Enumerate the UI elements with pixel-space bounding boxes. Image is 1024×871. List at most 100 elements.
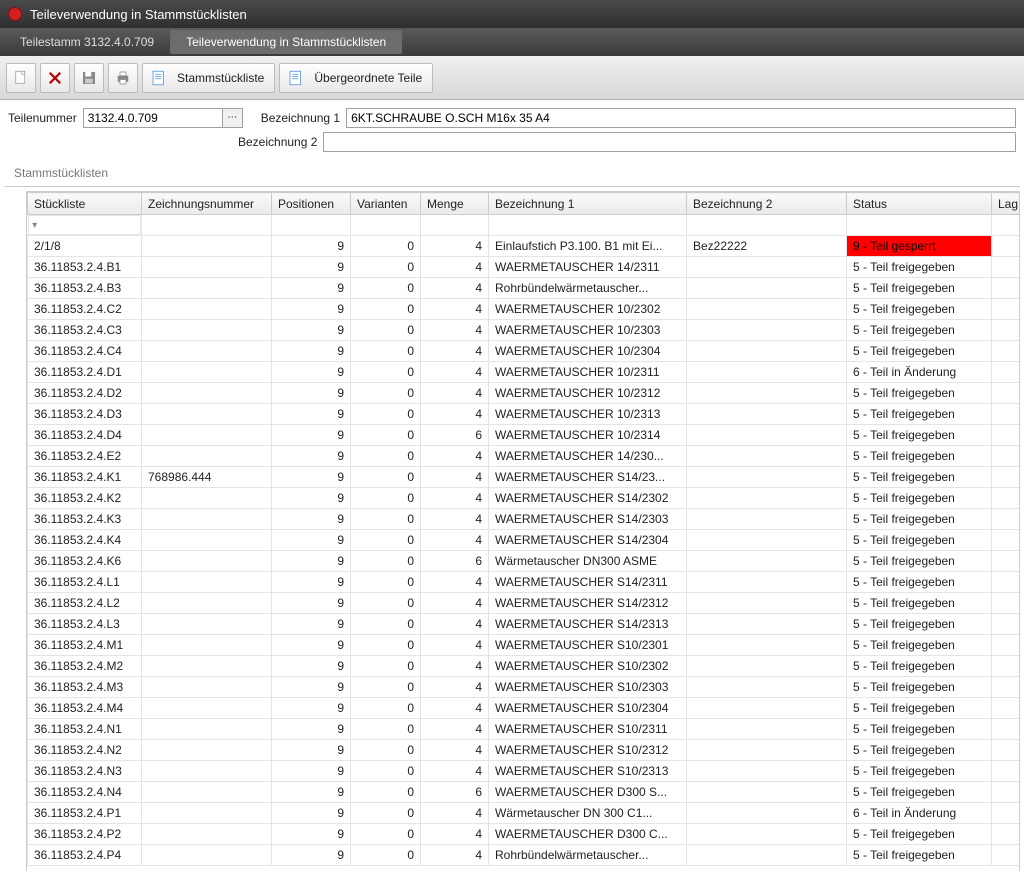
bez2-input[interactable] [323, 132, 1016, 152]
table-cell [142, 341, 272, 362]
filter-input[interactable] [489, 215, 686, 235]
column-header[interactable]: Positionen [272, 193, 351, 215]
table-cell: 768986.444 [142, 467, 272, 488]
filter-input[interactable] [142, 215, 271, 235]
filter-input[interactable] [421, 215, 488, 235]
table-row[interactable]: 36.11853.2.4.D1904WAERMETAUSCHER 10/2311… [28, 362, 1021, 383]
table-row[interactable]: 36.11853.2.4.B3904Rohrbündelwärmetausche… [28, 278, 1021, 299]
table-row[interactable]: 36.11853.2.4.K6906Wärmetauscher DN300 AS… [28, 551, 1021, 572]
column-header[interactable]: Stückliste [28, 193, 142, 215]
table-cell: 5 - Teil freigegeben [847, 320, 992, 341]
filter-input[interactable] [992, 215, 1020, 235]
column-header[interactable]: Lag [992, 193, 1021, 215]
table-cell [992, 572, 1021, 593]
table-cell: Wärmetauscher DN300 ASME [489, 551, 687, 572]
table-cell: 9 - Teil gesperrt [847, 236, 992, 257]
table-cell [992, 425, 1021, 446]
table-row[interactable]: 36.11853.2.4.M2904WAERMETAUSCHER S10/230… [28, 656, 1021, 677]
filter-input[interactable] [351, 215, 420, 235]
table-cell: 5 - Teil freigegeben [847, 782, 992, 803]
table-row[interactable]: 36.11853.2.4.L3904WAERMETAUSCHER S14/231… [28, 614, 1021, 635]
table-cell [992, 383, 1021, 404]
teilenummer-input[interactable] [83, 108, 223, 128]
table-cell: 0 [351, 530, 421, 551]
table-row[interactable]: 36.11853.2.4.N1904WAERMETAUSCHER S10/231… [28, 719, 1021, 740]
table-row[interactable]: 36.11853.2.4.N2904WAERMETAUSCHER S10/231… [28, 740, 1021, 761]
table-row[interactable]: 36.11853.2.4.D3904WAERMETAUSCHER 10/2313… [28, 404, 1021, 425]
table-cell [687, 761, 847, 782]
filter-input[interactable] [272, 215, 350, 235]
table-cell: 4 [421, 446, 489, 467]
table-row[interactable]: 36.11853.2.4.L2904WAERMETAUSCHER S14/231… [28, 593, 1021, 614]
table-cell: 36.11853.2.4.D3 [28, 404, 142, 425]
table-cell: 0 [351, 341, 421, 362]
stammstueckliste-button[interactable]: Stammstückliste [142, 63, 275, 93]
table-row[interactable]: 36.11853.2.4.N3904WAERMETAUSCHER S10/231… [28, 761, 1021, 782]
table-row[interactable]: 36.11853.2.4.P4904Rohrbündelwärmetausche… [28, 845, 1021, 866]
filter-input[interactable] [41, 216, 140, 234]
table-cell: 0 [351, 467, 421, 488]
table-cell [992, 761, 1021, 782]
table-cell [992, 467, 1021, 488]
table-row[interactable]: 36.11853.2.4.M4904WAERMETAUSCHER S10/230… [28, 698, 1021, 719]
table-row[interactable]: 36.11853.2.4.K4904WAERMETAUSCHER S14/230… [28, 530, 1021, 551]
table-cell: 36.11853.2.4.D4 [28, 425, 142, 446]
table-cell: 36.11853.2.4.B3 [28, 278, 142, 299]
table-row[interactable]: 2/1/8904Einlaufstich P3.100. B1 mit Ei..… [28, 236, 1021, 257]
table-cell [687, 341, 847, 362]
table-row[interactable]: 36.11853.2.4.K2904WAERMETAUSCHER S14/230… [28, 488, 1021, 509]
delete-button[interactable] [40, 63, 70, 93]
table-cell: 9 [272, 719, 351, 740]
table-row[interactable]: 36.11853.2.4.C4904WAERMETAUSCHER 10/2304… [28, 341, 1021, 362]
table-row[interactable]: 36.11853.2.4.K3904WAERMETAUSCHER S14/230… [28, 509, 1021, 530]
table-row[interactable]: 36.11853.2.4.D2904WAERMETAUSCHER 10/2312… [28, 383, 1021, 404]
table-cell: 6 - Teil in Änderung [847, 803, 992, 824]
table-row[interactable]: 36.11853.2.4.C3904WAERMETAUSCHER 10/2303… [28, 320, 1021, 341]
filter-input[interactable] [847, 215, 991, 235]
table-row[interactable]: 36.11853.2.4.M3904WAERMETAUSCHER S10/230… [28, 677, 1021, 698]
grid[interactable]: StücklisteZeichnungsnummerPositionenVari… [26, 191, 1020, 871]
bez1-input[interactable] [346, 108, 1016, 128]
table-row[interactable]: 36.11853.2.4.P2904WAERMETAUSCHER D300 C.… [28, 824, 1021, 845]
column-header[interactable]: Menge [421, 193, 489, 215]
print-button[interactable] [108, 63, 138, 93]
table-row[interactable]: 36.11853.2.4.D4906WAERMETAUSCHER 10/2314… [28, 425, 1021, 446]
breadcrumb-item[interactable]: Teileverwendung in Stammstücklisten [170, 30, 402, 54]
table-row[interactable]: 36.11853.2.4.C2904WAERMETAUSCHER 10/2302… [28, 299, 1021, 320]
column-header[interactable]: Varianten [351, 193, 421, 215]
table-row[interactable]: 36.11853.2.4.B1904WAERMETAUSCHER 14/2311… [28, 257, 1021, 278]
table-cell: 2/1/8 [28, 236, 142, 257]
filter-input[interactable] [687, 215, 846, 235]
table-cell: 9 [272, 614, 351, 635]
save-button[interactable] [74, 63, 104, 93]
table-row[interactable]: 36.11853.2.4.K1768986.444904WAERMETAUSCH… [28, 467, 1021, 488]
table-cell [992, 278, 1021, 299]
table-row[interactable]: 36.11853.2.4.E2904WAERMETAUSCHER 14/230.… [28, 446, 1021, 467]
breadcrumb-item[interactable]: Teilestamm 3132.4.0.709 [4, 30, 170, 54]
table-row[interactable]: 36.11853.2.4.L1904WAERMETAUSCHER S14/231… [28, 572, 1021, 593]
table-cell: 36.11853.2.4.K2 [28, 488, 142, 509]
filter-indicator-icon[interactable]: ▾ [29, 220, 41, 231]
table-cell: WAERMETAUSCHER S10/2301 [489, 635, 687, 656]
column-header[interactable]: Bezeichnung 1 [489, 193, 687, 215]
column-header[interactable]: Zeichnungsnummer [142, 193, 272, 215]
table-cell: 0 [351, 593, 421, 614]
teilenummer-lookup-button[interactable]: ⋯ [223, 108, 243, 128]
table-row[interactable]: 36.11853.2.4.M1904WAERMETAUSCHER S10/230… [28, 635, 1021, 656]
table-row[interactable]: 36.11853.2.4.N4906WAERMETAUSCHER D300 S.… [28, 782, 1021, 803]
table-cell [992, 446, 1021, 467]
new-button[interactable] [6, 63, 36, 93]
table-row[interactable]: 36.11853.2.4.P1904Wärmetauscher DN 300 C… [28, 803, 1021, 824]
list-icon [284, 66, 308, 90]
table-cell [992, 236, 1021, 257]
table-cell: 36.11853.2.4.E2 [28, 446, 142, 467]
table-cell: 36.11853.2.4.P2 [28, 824, 142, 845]
table-cell [142, 383, 272, 404]
table-cell [142, 782, 272, 803]
column-header[interactable]: Bezeichnung 2 [687, 193, 847, 215]
table-cell: 6 [421, 782, 489, 803]
bez1-label: Bezeichnung 1 [261, 111, 340, 125]
table-cell [992, 530, 1021, 551]
uebergeordnete-button[interactable]: Übergeordnete Teile [279, 63, 433, 93]
column-header[interactable]: Status [847, 193, 992, 215]
